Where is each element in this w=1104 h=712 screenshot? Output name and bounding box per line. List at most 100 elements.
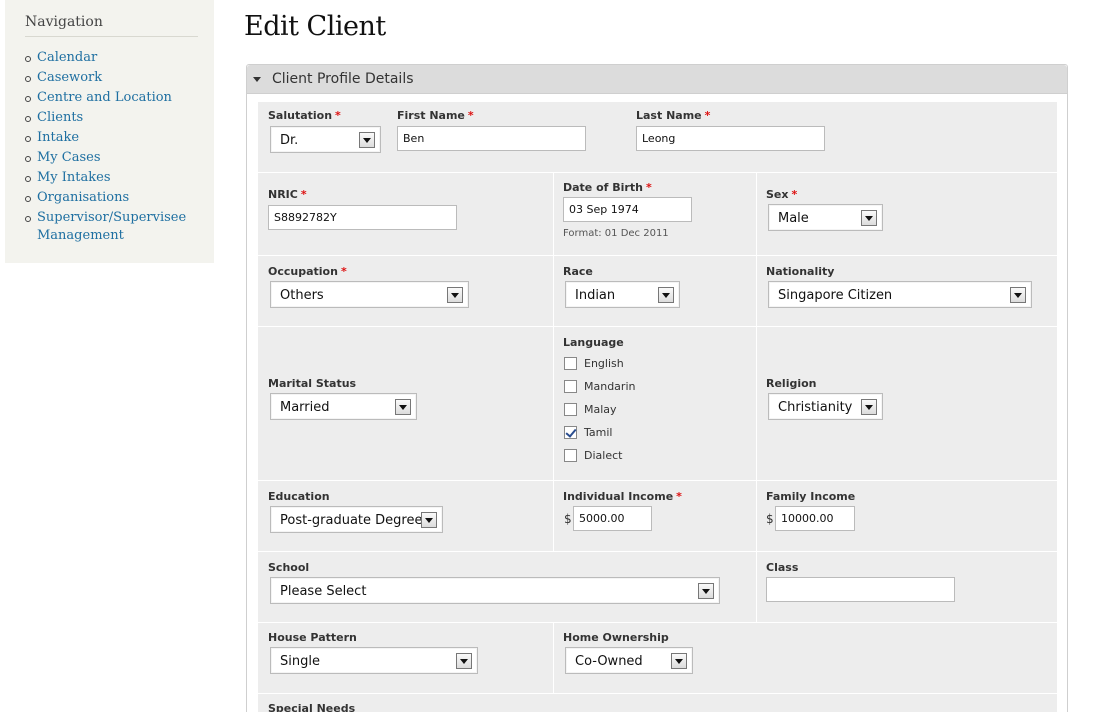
language-label: Language xyxy=(563,336,624,349)
form-row-housing: House Pattern Single Home Ownership Co-O… xyxy=(258,623,1057,693)
language-english-checkbox[interactable] xyxy=(564,357,577,370)
last-name-input[interactable]: Leong xyxy=(636,126,825,151)
dob-label: Date of Birth * xyxy=(563,181,652,194)
home-ownership-cell: Home Ownership Co-Owned xyxy=(553,623,1057,693)
salutation-select[interactable]: Dr. xyxy=(270,126,381,153)
house-pattern-select[interactable]: Single xyxy=(270,647,478,674)
form-row-status-language: Marital Status Married Language English … xyxy=(258,327,1057,480)
family-income-input[interactable]: 10000.00 xyxy=(775,506,855,531)
nav-item-intake: Intake xyxy=(25,129,210,147)
nav-link-organisations[interactable]: Organisations xyxy=(37,190,129,205)
nationality-value: Singapore Citizen xyxy=(778,288,893,303)
dropdown-arrow-icon xyxy=(861,399,877,415)
dropdown-arrow-icon xyxy=(395,399,411,415)
dropdown-arrow-icon xyxy=(456,653,472,669)
house-pattern-value: Single xyxy=(280,654,320,669)
nav-item-my-cases: My Cases xyxy=(25,149,210,167)
dropdown-arrow-icon xyxy=(861,210,877,226)
house-pattern-cell: House Pattern Single xyxy=(258,623,553,693)
required-marker: * xyxy=(645,181,652,194)
individual-income-input[interactable]: 5000.00 xyxy=(573,506,652,531)
dropdown-arrow-icon xyxy=(421,512,437,528)
nav-link-intake[interactable]: Intake xyxy=(37,130,79,145)
fieldset-legend-text: Client Profile Details xyxy=(272,71,414,87)
occupation-value: Others xyxy=(280,288,324,303)
dropdown-arrow-icon xyxy=(1010,287,1026,303)
education-label: Education xyxy=(268,490,330,503)
occupation-label: Occupation * xyxy=(268,265,347,278)
family-income-cell: Family Income $ 10000.00 xyxy=(756,481,1057,551)
dropdown-arrow-icon xyxy=(359,132,375,148)
nav-link-calendar[interactable]: Calendar xyxy=(37,50,97,65)
class-label: Class xyxy=(766,561,799,574)
religion-select[interactable]: Christianity xyxy=(768,393,883,420)
salutation-value: Dr. xyxy=(280,133,299,148)
salutation-label: Salutation * xyxy=(268,109,341,122)
language-mandarin-checkbox[interactable] xyxy=(564,380,577,393)
school-select[interactable]: Please Select xyxy=(270,577,720,604)
required-marker: * xyxy=(704,109,711,122)
dob-input[interactable]: 03 Sep 1974 xyxy=(563,197,692,222)
education-select[interactable]: Post-graduate Degree xyxy=(270,506,443,533)
family-income-label: Family Income xyxy=(766,490,856,503)
form-row-demographics: Occupation * Others Race Indian Nationali… xyxy=(258,256,1057,326)
language-dialect-label: Dialect xyxy=(584,449,623,462)
nav-link-supervisor[interactable]: Supervisor/Supervisee Management xyxy=(37,210,186,243)
marital-status-select[interactable]: Married xyxy=(270,393,417,420)
dropdown-arrow-icon xyxy=(671,653,687,669)
sex-value: Male xyxy=(778,211,809,226)
nric-label: NRIC * xyxy=(268,188,307,201)
language-cell: Language English Mandarin Malay Tamil Di… xyxy=(553,327,756,480)
home-ownership-value: Co-Owned xyxy=(575,654,643,669)
nav-link-my-intakes[interactable]: My Intakes xyxy=(37,170,111,185)
occupation-cell: Occupation * Others xyxy=(258,256,553,326)
first-name-input[interactable]: Ben xyxy=(397,126,586,151)
client-profile-fieldset: Client Profile Details Salutation * Dr. F… xyxy=(246,64,1068,712)
required-marker: * xyxy=(676,490,682,503)
nav-item-my-intakes: My Intakes xyxy=(25,169,210,187)
required-marker: * xyxy=(340,265,347,278)
race-select[interactable]: Indian xyxy=(565,281,680,308)
nav-item-casework: Casework xyxy=(25,69,210,87)
school-cell: School Please Select xyxy=(258,552,756,622)
required-marker: * xyxy=(467,109,474,122)
nav-item-supervisor: Supervisor/Supervisee Management xyxy=(25,209,210,245)
nric-input[interactable]: S8892782Y xyxy=(268,205,457,230)
dob-format-hint: Format: 01 Dec 2011 xyxy=(563,228,669,239)
nationality-select[interactable]: Singapore Citizen xyxy=(768,281,1032,308)
nav-link-centre-location[interactable]: Centre and Location xyxy=(37,90,172,105)
required-marker: * xyxy=(791,188,798,201)
nav-link-my-cases[interactable]: My Cases xyxy=(37,150,101,165)
race-value: Indian xyxy=(575,288,616,303)
required-marker: * xyxy=(335,109,341,122)
occupation-select[interactable]: Others xyxy=(270,281,469,308)
nav-item-clients: Clients xyxy=(25,109,210,127)
language-malay-label: Malay xyxy=(584,403,617,416)
first-name-label: First Name * xyxy=(397,109,474,122)
marital-status-label: Marital Status xyxy=(268,377,357,390)
language-malay-checkbox[interactable] xyxy=(564,403,577,416)
form-row-identity: NRIC * S8892782Y Date of Birth * 03 Sep 19… xyxy=(258,173,1057,255)
home-ownership-label: Home Ownership xyxy=(563,631,669,644)
sidebar: Navigation Calendar Casework Centre and … xyxy=(5,0,214,263)
school-value: Please Select xyxy=(280,584,367,599)
home-ownership-select[interactable]: Co-Owned xyxy=(565,647,693,674)
last-name-label: Last Name * xyxy=(636,109,711,122)
language-dialect-checkbox[interactable] xyxy=(564,449,577,462)
fieldset-legend-toggle[interactable]: Client Profile Details xyxy=(247,65,1067,94)
form-row-special-needs: Special Needs xyxy=(258,694,1057,712)
nav-item-organisations: Organisations xyxy=(25,189,210,207)
nav-link-casework[interactable]: Casework xyxy=(37,70,102,85)
dropdown-arrow-icon xyxy=(698,583,714,599)
currency-symbol: $ xyxy=(766,512,774,526)
individual-income-cell: Individual Income * $ 5000.00 xyxy=(553,481,756,551)
class-input[interactable] xyxy=(766,577,955,602)
religion-value: Christianity xyxy=(778,400,853,415)
page-title: Edit Client xyxy=(244,11,386,42)
nav-link-clients[interactable]: Clients xyxy=(37,110,83,125)
marital-status-cell: Marital Status Married xyxy=(258,327,553,480)
nric-cell: NRIC * S8892782Y xyxy=(258,173,553,255)
language-tamil-checkbox[interactable] xyxy=(564,426,577,439)
sex-select[interactable]: Male xyxy=(768,204,883,231)
nationality-label: Nationality xyxy=(766,265,835,278)
